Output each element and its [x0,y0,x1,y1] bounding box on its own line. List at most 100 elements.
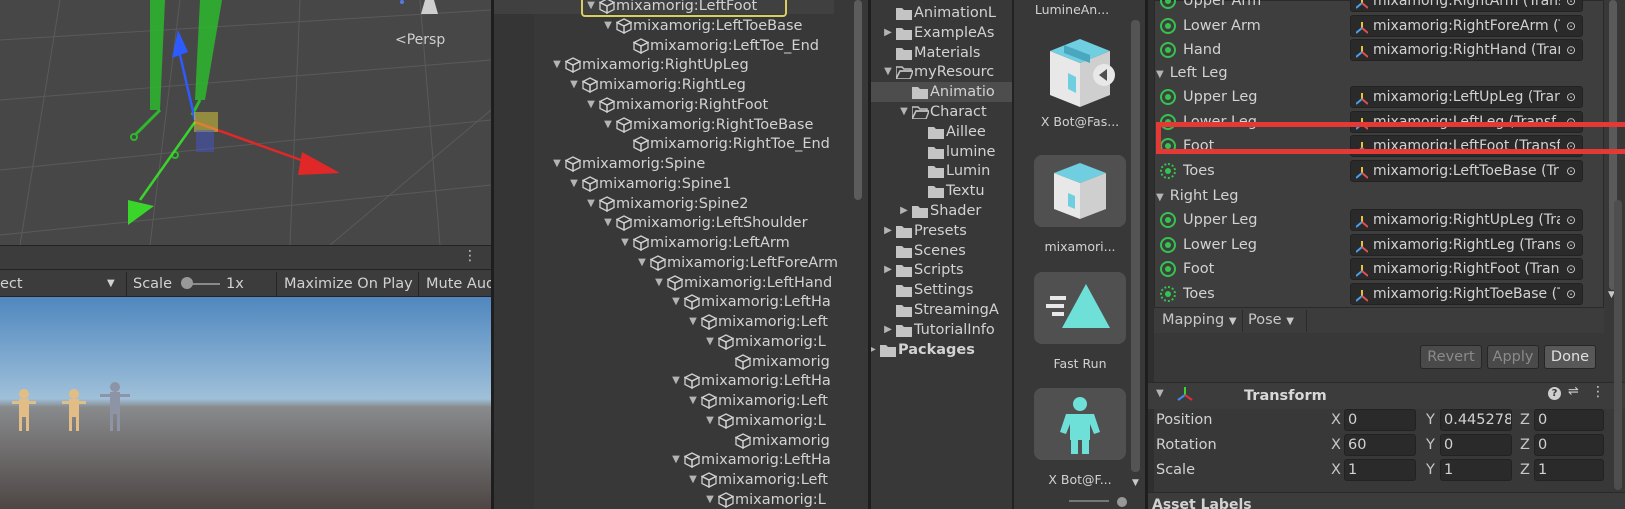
bone-row-label[interactable]: Toes [1160,159,1215,183]
asset-item[interactable]: Fast Run [1034,272,1126,371]
bone-row-label[interactable]: Lower Arm [1160,14,1261,38]
project-grid-scrollbar[interactable] [1131,20,1140,472]
bone-row-label[interactable]: Upper Leg [1160,208,1257,232]
expand-triangle-icon[interactable]: ▼ [567,174,581,194]
rotation-z-field[interactable]: 0 [1534,434,1604,456]
expand-triangle-icon[interactable]: ▼ [686,391,700,411]
hierarchy-item[interactable]: ▼ mixamorig:Spine [550,154,705,174]
position-z-field[interactable]: 0 [1534,409,1604,431]
object-picker-icon[interactable]: ⊙ [1560,40,1582,60]
bone-row-label[interactable]: Upper Leg [1160,85,1257,109]
scale-slider-handle[interactable] [181,277,193,289]
project-folder-item[interactable]: Lumin [913,161,990,181]
bone-transform-field[interactable]: mixamorig:RightArm (Trans ⊙ [1350,0,1583,12]
expand-triangle-icon[interactable]: ▼ [669,292,683,312]
hierarchy-item[interactable]: ▼ mixamorig:LeftShoulder [601,213,808,233]
scale-x-field[interactable]: 1 [1344,459,1416,481]
bone-row-label[interactable]: Lower Leg [1160,233,1257,257]
more-options-icon[interactable]: ⋮ [1591,384,1605,400]
pose-dropdown[interactable]: Pose ▼ [1244,309,1304,333]
project-folder-item[interactable]: ▶ Shader [897,201,981,221]
scene-view[interactable]: <Persp [0,0,491,245]
expand-triangle-icon[interactable]: ▼ [567,75,581,95]
more-options-icon[interactable]: ⋮ [463,248,477,264]
project-folder-item[interactable]: Settings [881,280,973,300]
hierarchy-item[interactable]: ▼ mixamorig:RightFoot [584,95,768,115]
bone-group-header[interactable]: ▼ Left Leg [1156,61,1228,85]
expand-triangle-icon[interactable]: ▼ [686,470,700,490]
scale-z-field[interactable]: 1 [1534,459,1604,481]
expand-triangle-icon[interactable]: ▼ [703,490,717,509]
project-folder-item[interactable]: Scenes [881,241,966,261]
hierarchy-item[interactable]: ▼ mixamorig:LeftHa [669,371,831,391]
expand-triangle-icon[interactable]: ▼ [635,253,649,273]
object-picker-icon[interactable]: ⊙ [1560,259,1582,279]
hierarchy-item[interactable]: ▼ mixamorig:L [703,411,826,431]
project-folder-item[interactable]: ▼ Charact [897,102,987,122]
project-folder-item[interactable]: Aillee [913,122,986,142]
object-picker-icon[interactable]: ⊙ [1560,210,1582,230]
expand-triangle-icon[interactable]: ▼ [669,450,683,470]
expand-triangle-icon[interactable]: ▼ [686,312,700,332]
preset-icon[interactable]: ⇌ [1568,384,1579,399]
zoom-slider[interactable] [1069,500,1109,502]
asset-item[interactable]: X Bot@F... [1034,388,1126,487]
expand-triangle-icon[interactable]: ▼ [601,16,615,36]
asset-label-top[interactable]: LumineAn... [1014,2,1130,17]
expand-triangle-icon[interactable]: ▼ [550,154,564,174]
hierarchy-item[interactable]: ▼ mixamorig:Left [686,391,828,411]
display-dropdown[interactable]: ect ▼ [0,270,115,296]
mapping-dropdown[interactable]: Mapping ▼ [1158,309,1240,333]
hierarchy-scrollbar[interactable] [854,0,862,200]
axis-x-label[interactable]: X [1331,409,1341,431]
object-picker-icon[interactable]: ⊙ [1560,0,1582,11]
object-picker-icon[interactable]: ⊙ [1560,283,1582,304]
bone-transform-field[interactable]: mixamorig:RightUpLeg (Tra ⊙ [1350,209,1583,231]
rotation-x-field[interactable]: 60 [1344,434,1416,456]
project-folder-item[interactable]: ▼ myResourc [881,62,994,82]
collapse-triangle-icon[interactable]: ▶ [881,23,895,43]
bone-transform-field[interactable]: mixamorig:RightForeArm (T ⊙ [1350,14,1583,37]
bone-transform-field[interactable]: mixamorig:LeftToeBase (Tr ⊙ [1350,159,1583,182]
scale-y-field[interactable]: 1 [1440,459,1512,481]
position-label[interactable]: Position [1156,408,1212,432]
axis-x-label[interactable]: X [1331,459,1341,481]
expand-triangle-icon[interactable]: ▼ [618,233,632,253]
hierarchy-item[interactable]: mixamorig [720,352,830,372]
hierarchy-item[interactable]: ▼ mixamorig:LeftHa [669,292,831,312]
mute-audio-toggle[interactable]: Mute Aud [426,270,491,296]
expand-triangle-icon[interactable]: ▼ [1156,69,1164,80]
bone-transform-field[interactable]: mixamorig:LeftUpLeg (Trar ⊙ [1350,86,1583,108]
expand-triangle-icon[interactable]: ▼ [601,115,615,135]
bone-transform-field[interactable]: mixamorig:RightToeBase (T ⊙ [1350,282,1583,305]
axis-x-label[interactable]: X [1331,434,1341,456]
scroll-down-arrow-icon[interactable]: ▼ [1132,478,1139,488]
hierarchy-item[interactable]: ▼ mixamorig:Left [686,470,828,490]
collapse-triangle-icon[interactable]: ▶ [881,221,895,241]
done-button[interactable]: Done [1544,345,1596,369]
axis-z-label[interactable]: Z [1520,459,1530,481]
persp-label[interactable]: <Persp [395,32,445,48]
project-folder-item[interactable]: Textu [913,181,985,201]
bone-transform-field[interactable]: mixamorig:RightHand (Trar ⊙ [1350,39,1583,61]
project-folder-item[interactable]: ▶ TutorialInfo [881,320,995,340]
rotation-label[interactable]: Rotation [1156,433,1217,457]
project-folder-item[interactable]: lumine [913,142,995,162]
hierarchy-item[interactable]: ▼ mixamorig:RightLeg [567,75,746,95]
collapse-triangle-icon[interactable]: ▶ [881,320,895,340]
hierarchy-item[interactable]: ▼ mixamorig:LeftArm [618,233,790,253]
expand-triangle-icon[interactable]: ▼ [1156,192,1164,203]
expand-triangle-icon[interactable]: ▼ [550,55,564,75]
game-view-render[interactable] [0,297,491,509]
collapse-triangle-icon[interactable]: ▶ [897,201,911,221]
bone-transform-field[interactable]: mixamorig:RightLeg (Trans ⊙ [1350,233,1583,256]
hierarchy-item[interactable]: ▼ mixamorig:RightToeBase [601,115,813,135]
maximize-on-play-toggle[interactable]: Maximize On Play [284,270,413,296]
object-picker-icon[interactable]: ⊙ [1560,87,1582,107]
scale-label[interactable]: Scale [1156,458,1195,482]
position-x-field[interactable]: 0 [1344,409,1416,431]
project-folder-item[interactable]: Animatio [871,82,1012,103]
project-folder-item[interactable]: Materials [881,43,980,63]
axis-z-label[interactable]: Z [1520,409,1530,431]
hierarchy-item[interactable]: ▼ mixamorig:L [703,490,826,509]
